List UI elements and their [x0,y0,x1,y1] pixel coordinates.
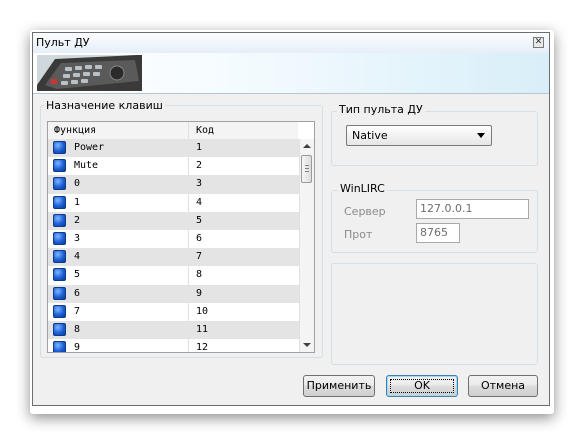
cell-code: 4 [196,196,203,208]
key-icon [53,159,66,173]
key-icon [53,195,66,209]
table-row[interactable]: 7 10 [48,303,299,321]
key-icon [53,304,66,318]
table-row[interactable]: 25 [48,211,299,230]
scroll-up-icon[interactable] [303,144,311,148]
cell-function: 4 [74,251,81,263]
cell-function: 3 [74,232,81,244]
cell-code: 12 [196,342,209,353]
key-assignment-title: Назначение клавиш [44,99,165,112]
cell-function: Mute [74,160,99,172]
key-icon [53,268,66,282]
cell-code: 9 [196,287,203,299]
window-title: Пульт ДУ [36,36,90,49]
cell-function: 5 [74,269,81,281]
server-field[interactable]: 127.0.0.1 [416,199,529,219]
table-rows: Power 1 Mute 2 03 14 25 36 47 58 69 7 10 81… [48,139,299,353]
header-banner [33,53,549,94]
key-table[interactable]: Функция Код Power 1 Mute 2 03 14 25 36 47 … [47,121,315,353]
table-header: Функция Код [48,122,298,140]
column-header-function[interactable]: Функция [54,125,96,136]
cell-function: 2 [74,214,81,226]
key-icon [53,141,66,154]
cell-code: 10 [196,305,209,317]
close-icon[interactable]: ✕ [533,37,544,48]
table-row[interactable]: 58 [48,266,299,284]
table-row[interactable]: 14 [48,194,299,212]
cell-code: 6 [196,232,203,244]
cell-code: 11 [196,323,209,335]
cell-code: 7 [196,251,203,263]
key-icon [53,322,66,336]
dropdown-arrow-icon[interactable] [477,133,485,138]
table-row[interactable]: Power 1 [48,139,299,158]
port-label: Прот [344,228,373,241]
cell-function: Power [74,142,105,153]
table-row[interactable]: 8 11 [48,320,299,340]
title-bar[interactable]: Пульт ДУ ✕ [33,33,549,54]
cell-code: 2 [196,160,203,172]
remote-type-select[interactable]: Native [346,125,492,146]
table-row[interactable]: 36 [48,230,299,248]
cell-code: 3 [196,178,203,190]
cell-function: 1 [74,196,81,208]
cancel-button[interactable]: Отмена [468,375,538,397]
server-label: Сервер [344,205,386,218]
table-row[interactable]: 03 [48,175,299,194]
cell-code: 5 [196,214,203,226]
key-icon [53,286,66,300]
cell-function: 0 [74,178,81,190]
table-row[interactable]: 69 [48,284,299,303]
key-icon [53,213,66,227]
cell-function: 6 [74,287,81,299]
focus-rect [390,379,454,393]
ok-button[interactable]: OK [386,375,458,397]
column-header-code[interactable]: Код [196,125,214,136]
cell-function: 9 [74,342,81,353]
empty-group-box [331,263,538,365]
scroll-thumb[interactable] [301,155,312,183]
key-icon [53,250,66,264]
cell-code: 8 [196,269,203,281]
key-icon [53,341,66,352]
scroll-down-icon[interactable] [303,343,311,347]
table-row[interactable]: 47 [48,248,299,267]
key-icon [53,231,66,245]
apply-button[interactable]: Применить [303,375,375,397]
cell-function: 7 [74,305,81,317]
table-row[interactable]: 9 12 [48,339,299,353]
remote-control-image [37,55,142,91]
vertical-scrollbar[interactable] [299,139,314,352]
remote-control-dialog: Пульт ДУ ✕ Назначение клавиш Функция Код [32,32,550,406]
remote-type-title: Тип пульта ДУ [337,103,425,116]
port-field[interactable]: 8765 [416,223,460,243]
key-icon [53,177,66,191]
winlirc-title: WinLIRC [338,182,387,195]
table-row[interactable]: Mute 2 [48,157,299,175]
cell-code: 1 [196,142,203,153]
cell-function: 8 [74,323,81,335]
remote-type-value: Native [352,129,388,142]
